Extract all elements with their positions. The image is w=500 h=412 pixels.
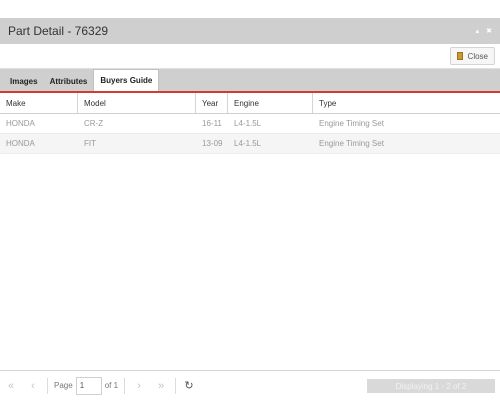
cell-year: 13-09 — [202, 139, 223, 148]
cell-engine: L4-1.5L — [234, 139, 262, 148]
buyers-guide-grid: Make Model Year Engine Type HONDA CR-Z 1… — [0, 93, 500, 154]
column-header-model[interactable]: Model — [78, 93, 196, 113]
paging-toolbar: « ‹ Page of 1 › » ↻ Displaying 1 - 2 of … — [0, 370, 500, 400]
cell-year: 16-11 — [202, 119, 222, 128]
column-header-type[interactable]: Type — [313, 93, 500, 113]
refresh-icon[interactable]: ↻ — [179, 379, 199, 392]
prev-page-icon[interactable]: ‹ — [22, 380, 44, 392]
collapse-icon[interactable]: ▴ — [476, 28, 480, 35]
pager-divider — [124, 377, 126, 394]
tab-bar: Images Attributes Buyers Guide — [0, 69, 500, 93]
part-detail-window: Part Detail - 76329 ▴ ✖ Close Images Att… — [0, 18, 500, 412]
column-header-engine[interactable]: Engine — [228, 93, 313, 113]
cell-make: HONDA — [6, 119, 35, 128]
next-page-icon[interactable]: › — [128, 380, 150, 392]
cell-type: Engine Timing Set — [319, 119, 384, 128]
page-label: Page — [54, 381, 73, 390]
grid-header: Make Model Year Engine Type — [0, 93, 500, 114]
pager-divider — [175, 377, 177, 394]
cell-engine: L4-1.5L — [234, 119, 262, 128]
cell-make: HONDA — [6, 139, 35, 148]
last-page-icon[interactable]: » — [150, 380, 172, 392]
page-count-label: of 1 — [104, 381, 119, 390]
tab-attributes[interactable]: Attributes — [44, 71, 94, 91]
cell-model: CR-Z — [84, 119, 104, 128]
cell-model: FIT — [84, 139, 96, 148]
tab-images[interactable]: Images — [4, 71, 44, 91]
table-row[interactable]: HONDA FIT 13-09 L4-1.5L Engine Timing Se… — [0, 134, 500, 154]
window-tools: ▴ ✖ — [476, 28, 492, 35]
close-button[interactable]: Close — [449, 47, 495, 65]
window-toolbar: Close — [0, 44, 500, 69]
column-header-year[interactable]: Year — [196, 93, 228, 113]
door-icon — [456, 52, 463, 60]
window-titlebar: Part Detail - 76329 ▴ ✖ — [0, 18, 500, 44]
column-header-make[interactable]: Make — [0, 93, 78, 113]
first-page-icon[interactable]: « — [0, 380, 22, 392]
window-close-icon[interactable]: ✖ — [486, 28, 492, 35]
tab-buyers-guide[interactable]: Buyers Guide — [93, 69, 160, 91]
pager-divider — [47, 377, 48, 394]
table-row[interactable]: HONDA CR-Z 16-11 L4-1.5L Engine Timing S… — [0, 114, 500, 134]
paging-status: Displaying 1 - 2 of 2 — [367, 379, 495, 393]
page-number-input[interactable] — [75, 376, 102, 395]
close-button-label: Close — [467, 51, 488, 61]
cell-type: Engine Timing Set — [319, 139, 384, 148]
window-title: Part Detail - 76329 — [8, 24, 109, 38]
